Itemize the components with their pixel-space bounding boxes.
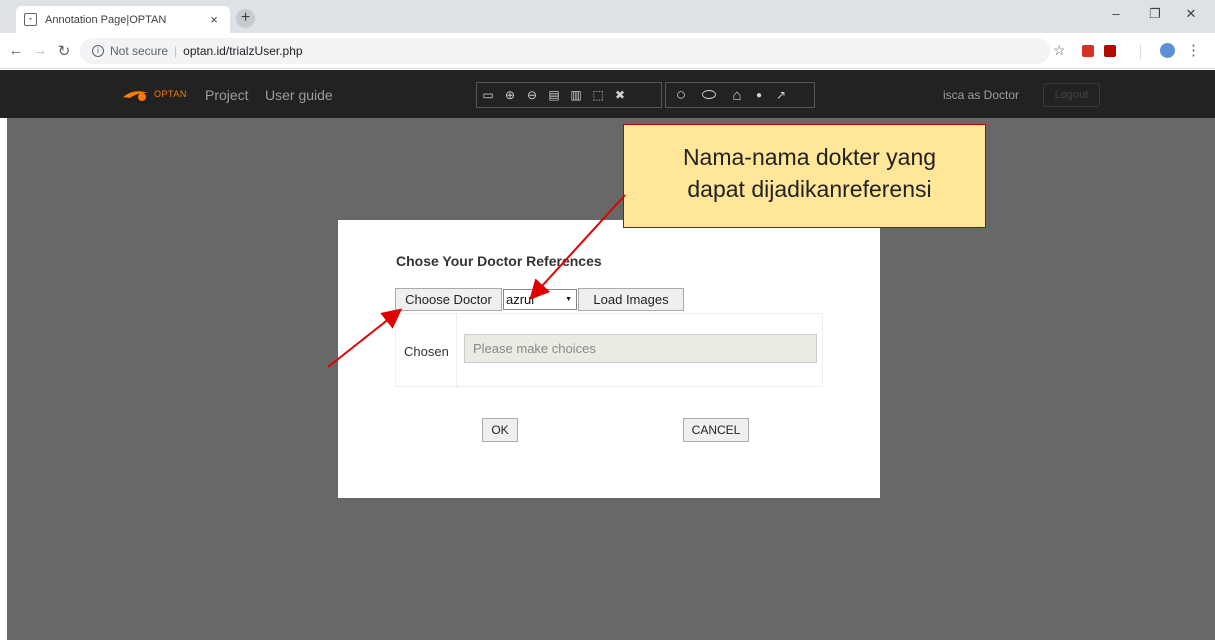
chosen-row: Chosen Please make choices bbox=[395, 313, 823, 388]
select-icon[interactable]: ⬚ bbox=[587, 83, 609, 107]
tab-strip: ▪ Annotation Page|OPTAN × + – ❐ ✕ bbox=[0, 0, 1215, 33]
page-favicon-icon: ▪ bbox=[24, 13, 37, 26]
zoom-in-icon[interactable]: ⊕ bbox=[499, 83, 521, 107]
pdf-extension-icon[interactable] bbox=[1104, 45, 1116, 57]
callout-line-1: Nama-nama dokter yang bbox=[682, 144, 937, 170]
menu-dots-icon[interactable]: ⋮ bbox=[1186, 41, 1201, 59]
delete-icon[interactable]: ✖ bbox=[609, 83, 631, 107]
load-images-button[interactable]: Load Images bbox=[578, 288, 684, 311]
logout-button[interactable]: Logout bbox=[1043, 83, 1100, 107]
paste-icon[interactable]: ▥ bbox=[565, 83, 587, 107]
info-icon[interactable]: i bbox=[92, 45, 104, 57]
extension-separator bbox=[1140, 44, 1141, 59]
cancel-button[interactable]: CANCEL bbox=[683, 418, 749, 442]
logo-text: OPTAN bbox=[154, 89, 187, 99]
nav-user-guide[interactable]: User guide bbox=[265, 87, 333, 103]
logo-eye-icon bbox=[123, 91, 148, 101]
nav-project[interactable]: Project bbox=[205, 87, 249, 103]
chosen-label: Chosen bbox=[404, 344, 449, 359]
modal-title: Chose Your Doctor References bbox=[396, 253, 602, 269]
ellipse-icon[interactable]: ⬭ bbox=[698, 83, 720, 107]
folder-icon[interactable]: ▭ bbox=[477, 83, 499, 107]
close-window-icon[interactable]: ✕ bbox=[1176, 6, 1206, 22]
circle-icon[interactable]: ○ bbox=[670, 83, 692, 107]
restore-icon[interactable]: ❐ bbox=[1140, 6, 1170, 22]
doctor-select[interactable]: azrul ▼ bbox=[503, 289, 577, 310]
annotation-callout: Nama-nama dokter yang dapat dijadikanref… bbox=[623, 124, 986, 228]
address-bar[interactable]: i Not secure | optan.id/trialzUser.php bbox=[80, 38, 1050, 64]
doctor-select-value: azrul bbox=[506, 292, 535, 307]
optan-logo[interactable]: OPTAN bbox=[122, 86, 202, 104]
bookmark-star-icon[interactable]: ☆ bbox=[1053, 42, 1066, 59]
back-icon[interactable]: ← bbox=[6, 42, 26, 59]
zoom-out-icon[interactable]: ⊖ bbox=[521, 83, 543, 107]
point-icon[interactable]: ● bbox=[748, 83, 770, 107]
doctor-reference-modal: Chose Your Doctor References Choose Doct… bbox=[338, 220, 880, 498]
chosen-field[interactable]: Please make choices bbox=[464, 334, 817, 363]
profile-icon[interactable] bbox=[1160, 43, 1175, 58]
tab-title: Annotation Page|OPTAN bbox=[45, 13, 167, 26]
pocket-extension-icon[interactable] bbox=[1082, 45, 1094, 57]
new-tab-button[interactable]: + bbox=[236, 9, 255, 28]
browser-tab[interactable]: ▪ Annotation Page|OPTAN × bbox=[16, 6, 230, 33]
freehand-icon[interactable]: ↗ bbox=[770, 83, 792, 107]
app-navbar: OPTAN Project User guide ▭ ⊕ ⊖ ▤ ▥ ⬚ ✖ ○… bbox=[0, 70, 1215, 118]
url-text: optan.id/trialzUser.php bbox=[183, 44, 303, 58]
omnibox-separator: | bbox=[174, 44, 178, 58]
chosen-divider bbox=[456, 314, 457, 388]
reload-icon[interactable]: ↻ bbox=[54, 42, 74, 60]
choose-doctor-button[interactable]: Choose Doctor bbox=[395, 288, 502, 311]
minimize-icon[interactable]: – bbox=[1101, 6, 1131, 21]
current-user-label: isca as Doctor bbox=[943, 88, 1020, 102]
dropdown-arrow-icon: ▼ bbox=[565, 296, 572, 303]
polygon-icon[interactable]: ⌂ bbox=[726, 83, 748, 107]
copy-icon[interactable]: ▤ bbox=[543, 83, 565, 107]
ok-button[interactable]: OK bbox=[482, 418, 518, 442]
callout-line-2: dapat dijadikanreferensi bbox=[687, 176, 932, 202]
browser-toolbar: ← → ↻ i Not secure | optan.id/trialzUser… bbox=[0, 33, 1215, 69]
not-secure-label: Not secure bbox=[110, 44, 169, 58]
edit-tool-group: ▭ ⊕ ⊖ ▤ ▥ ⬚ ✖ bbox=[476, 82, 662, 108]
shape-tool-group: ○ ⬭ ⌂ ● ↗ bbox=[665, 82, 815, 108]
tab-close-icon[interactable]: × bbox=[206, 12, 222, 27]
forward-icon[interactable]: → bbox=[30, 42, 50, 59]
